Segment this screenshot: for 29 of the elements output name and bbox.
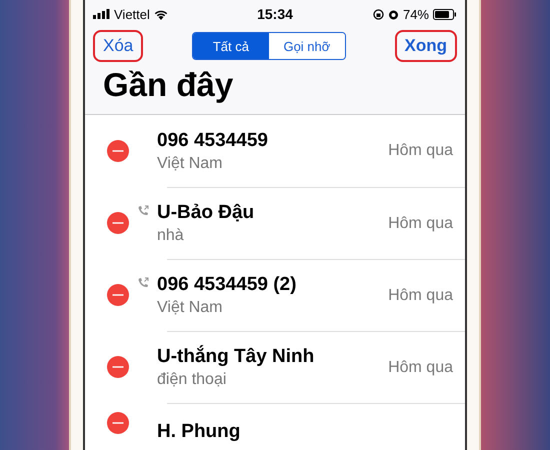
call-label: điện thoại: [157, 371, 228, 389]
alarm-icon: [388, 8, 399, 20]
call-time: Hôm qua: [388, 142, 453, 160]
wifi-icon: [154, 8, 168, 20]
call-time: Hôm qua: [388, 358, 453, 376]
filter-tab[interactable]: Gọi nhỡ: [268, 33, 345, 59]
battery-percent: 74%: [402, 6, 429, 22]
remove-icon: [107, 284, 129, 306]
rotation-lock-icon: [372, 8, 384, 20]
carrier-name: Viettel: [114, 6, 150, 22]
contact-name: 096 4534459: [157, 130, 268, 152]
contact-name: H. Phung: [157, 421, 240, 443]
call-label: Việt Nam: [157, 154, 224, 172]
signal-icon: [93, 9, 110, 19]
contact-name: 096 4534459 (2): [157, 274, 296, 296]
status-time: 15:34: [257, 6, 293, 22]
call-label: nhà: [157, 227, 185, 245]
remove-icon: [107, 212, 129, 234]
filter-tab[interactable]: Tất cả: [192, 33, 269, 59]
contact-name: U-thắng Tây Ninh: [157, 346, 314, 368]
call-time: Hôm qua: [388, 286, 453, 304]
battery-icon: [433, 8, 457, 20]
call-label: Việt Nam: [157, 299, 224, 317]
remove-icon: [107, 140, 129, 162]
page-title: Gần đây: [85, 62, 465, 115]
remove-icon: [107, 356, 129, 378]
call-time: Hôm qua: [388, 214, 453, 232]
contact-name: U-Bảo Đậu: [157, 202, 254, 224]
remove-icon: [107, 412, 129, 434]
